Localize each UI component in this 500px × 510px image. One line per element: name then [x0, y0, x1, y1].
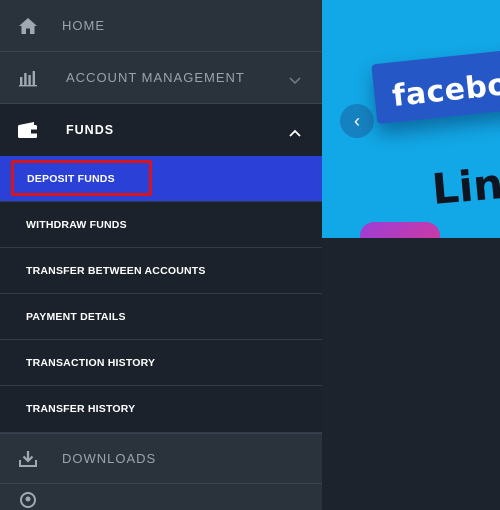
home-icon: [17, 15, 39, 37]
submenu-item-label: TRANSFER BETWEEN ACCOUNTS: [26, 264, 206, 277]
submenu-item-label: TRANSACTION HISTORY: [26, 356, 156, 369]
sidebar-item-label: FUNDS: [66, 123, 115, 137]
submenu-item-transfer-between-accounts[interactable]: TRANSFER BETWEEN ACCOUNTS: [0, 248, 322, 294]
submenu-item-transaction-history[interactable]: TRANSACTION HISTORY: [0, 340, 322, 386]
submenu-item-label: TRANSFER HISTORY: [26, 403, 136, 415]
submenu-item-label: WITHDRAW FUNDS: [26, 218, 127, 231]
instagram-tile: [360, 222, 440, 238]
submenu-item-transfer-history[interactable]: TRANSFER HISTORY: [0, 386, 322, 433]
sidebar-item-home[interactable]: HOME: [0, 0, 322, 52]
sidebar-item-partial[interactable]: [0, 484, 322, 508]
chevron-left-icon: ‹: [354, 111, 360, 131]
sidebar-item-downloads[interactable]: DOWNLOADS: [0, 433, 322, 484]
download-icon: [17, 448, 39, 470]
sidebar-item-label: DOWNLOADS: [62, 451, 157, 466]
submenu-item-withdraw-funds[interactable]: WITHDRAW FUNDS: [0, 202, 322, 248]
sidebar-item-label: ACCOUNT MANAGEMENT: [66, 70, 245, 85]
linkedin-logo-text: Lin: [429, 158, 500, 215]
sidebar-item-account-management[interactable]: ACCOUNT MANAGEMENT: [0, 52, 322, 104]
circle-icon: [17, 489, 39, 510]
bar-chart-icon: [17, 67, 39, 89]
chevron-down-icon: [288, 73, 302, 84]
sidebar-item-label: HOME: [62, 18, 105, 33]
banner-prev-button[interactable]: ‹: [340, 104, 374, 138]
chevron-up-icon: [288, 125, 302, 137]
wallet-icon: [17, 119, 39, 141]
submenu-item-payment-details[interactable]: PAYMENT DETAILS: [0, 294, 322, 340]
sidebar: HOME ACCOUNT MANAGEMENT FUNDS DEPOSIT FU…: [0, 0, 322, 510]
submenu-item-label: PAYMENT DETAILS: [26, 310, 126, 323]
submenu-item-label: DEPOSIT FUNDS: [27, 172, 115, 185]
submenu-item-deposit-funds[interactable]: DEPOSIT FUNDS: [0, 156, 322, 202]
sidebar-item-funds[interactable]: FUNDS: [0, 104, 322, 156]
